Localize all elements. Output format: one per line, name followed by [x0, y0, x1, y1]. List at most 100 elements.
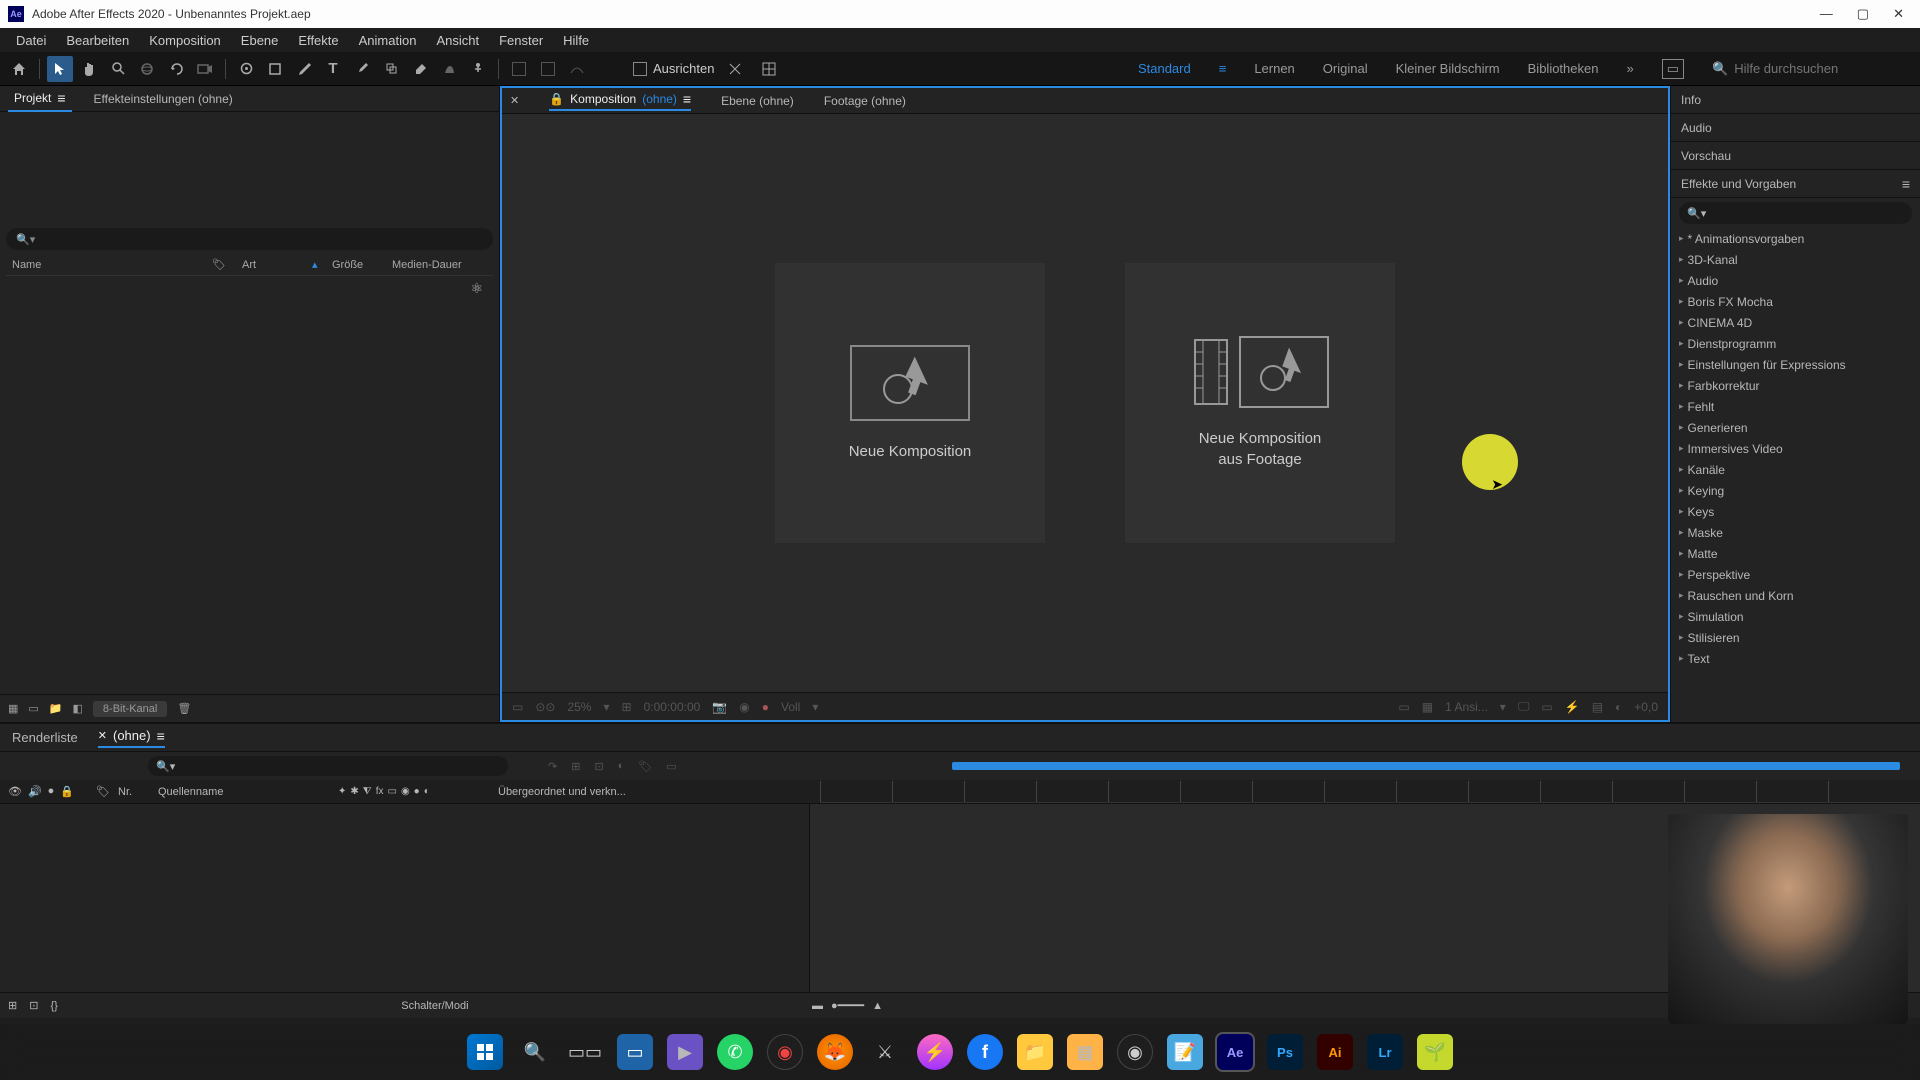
workspace-lernen[interactable]: Lernen [1254, 61, 1294, 76]
folder-icon[interactable]: 📁 [1017, 1034, 1053, 1070]
alpha-icon[interactable]: ⊙⊙ [535, 700, 555, 714]
res-icon[interactable]: ⊞ [622, 700, 632, 714]
tl-tool-icon[interactable]: 🏷 [638, 760, 652, 773]
tab-timeline-none[interactable]: ✕ (ohne) ≡ [98, 728, 165, 748]
effect-category[interactable]: ▸Simulation [1671, 606, 1920, 627]
toggle-modes-icon[interactable]: ⊡ [29, 999, 38, 1012]
workspace-bibliotheken[interactable]: Bibliotheken [1528, 61, 1599, 76]
menu-bearbeiten[interactable]: Bearbeiten [56, 29, 139, 52]
task-view-icon[interactable]: ▭▭ [567, 1034, 603, 1070]
col-groesse[interactable]: Größe [326, 259, 386, 271]
help-search-input[interactable] [1734, 61, 1910, 76]
color-depth-chip[interactable]: 8-Bit-Kanal [93, 701, 167, 717]
notepad-icon[interactable]: 📝 [1167, 1034, 1203, 1070]
workspace-original[interactable]: Original [1323, 61, 1368, 76]
effect-category[interactable]: ▸Immersives Video [1671, 438, 1920, 459]
lock-toggle-icon[interactable]: 🔒 [60, 785, 74, 798]
audio-toggle-icon[interactable]: 🔊 [28, 785, 42, 798]
col-dauer[interactable]: Medien-Dauer [386, 259, 493, 271]
tab-footage[interactable]: Footage (ohne) [824, 94, 906, 108]
effect-category[interactable]: ▸Maske [1671, 522, 1920, 543]
panel-audio[interactable]: Audio [1671, 114, 1920, 142]
tl-tool-icon[interactable]: ↷ [548, 760, 557, 773]
exposure-value[interactable]: +0,0 [1634, 700, 1658, 714]
text-tool[interactable]: T [320, 56, 346, 82]
panel-effekte-vorgaben[interactable]: Effekte und Vorgaben≡ [1671, 170, 1920, 198]
effect-category[interactable]: ▸Kanäle [1671, 459, 1920, 480]
transparency-icon[interactable]: ▦ [1422, 700, 1433, 714]
solo-toggle-icon[interactable]: ● [48, 785, 55, 798]
proportional-grid-icon[interactable] [756, 56, 782, 82]
start-button[interactable] [467, 1034, 503, 1070]
tab-ebene[interactable]: Ebene (ohne) [721, 94, 794, 108]
effect-category[interactable]: ▸Keys [1671, 501, 1920, 522]
zoom-out-icon[interactable]: ▬ [812, 1000, 823, 1012]
resolution-dropdown[interactable]: Voll [781, 700, 800, 714]
col-nr[interactable]: Nr. [118, 786, 158, 798]
minimize-button[interactable]: — [1820, 6, 1833, 22]
zoom-in-icon[interactable]: ▲ [872, 1000, 883, 1012]
new-comp-icon[interactable]: ▭ [28, 702, 38, 715]
effect-category[interactable]: ▸Fehlt [1671, 396, 1920, 417]
facebook-icon[interactable]: f [967, 1034, 1003, 1070]
sort-icon[interactable]: ▴ [306, 258, 326, 271]
effect-category[interactable]: ▸Text [1671, 648, 1920, 669]
menu-ansicht[interactable]: Ansicht [426, 29, 489, 52]
app-icon[interactable]: 🌱 [1417, 1034, 1453, 1070]
workspace-options-icon[interactable]: ≡ [1219, 61, 1227, 76]
trash-icon[interactable]: 🗑 [177, 702, 191, 715]
effect-category[interactable]: ▸Farbkorrektur [1671, 375, 1920, 396]
tl-tool-icon[interactable]: ⊡ [594, 760, 603, 773]
effect-category[interactable]: ▸Rauschen und Korn [1671, 585, 1920, 606]
tag-icon[interactable]: 🏷 [206, 258, 236, 271]
messenger-icon[interactable]: ⚡ [917, 1034, 953, 1070]
effect-category[interactable]: ▸Perspektive [1671, 564, 1920, 585]
fast-preview-icon[interactable]: ⚡ [1565, 700, 1580, 714]
home-icon[interactable] [6, 56, 32, 82]
channel-icon[interactable]: ◉ [739, 700, 749, 714]
whatsapp-icon[interactable]: ✆ [717, 1034, 753, 1070]
rotate-tool[interactable] [163, 56, 189, 82]
toggle-switches-icon[interactable]: ⊞ [8, 999, 17, 1012]
close-tab-icon[interactable]: ✕ [510, 94, 519, 107]
magnify-icon[interactable]: ▭ [512, 700, 523, 714]
search-taskbar-icon[interactable]: 🔍 [517, 1034, 553, 1070]
col-quellenname[interactable]: Quellenname [158, 786, 338, 798]
effect-category[interactable]: ▸3D-Kanal [1671, 249, 1920, 270]
panel-vorschau[interactable]: Vorschau [1671, 142, 1920, 170]
fill-swatch[interactable] [506, 56, 532, 82]
workspace-panel-icon[interactable]: ▭ [1662, 59, 1684, 79]
hand-tool[interactable] [76, 56, 102, 82]
tl-tool-icon[interactable]: ▭ [666, 760, 676, 773]
adjust-icon[interactable]: ◧ [73, 702, 83, 715]
workspace-standard[interactable]: Standard [1138, 61, 1191, 76]
effect-category[interactable]: ▸Stilisieren [1671, 627, 1920, 648]
toggle-brackets-icon[interactable]: {} [50, 1000, 57, 1012]
new-composition-from-footage-card[interactable]: Neue Komposition aus Footage [1125, 263, 1395, 543]
timeline-icon[interactable]: ▤ [1592, 700, 1603, 714]
timeline-search-input[interactable]: 🔍▾ [148, 756, 508, 776]
effect-category[interactable]: ▸Generieren [1671, 417, 1920, 438]
app-icon[interactable]: ▶ [667, 1034, 703, 1070]
tab-komposition[interactable]: 🔒 Komposition (ohne) ≡ [549, 91, 691, 111]
effect-category[interactable]: ▸* Animationsvorgaben [1671, 228, 1920, 249]
effect-category[interactable]: ▸Dienstprogramm [1671, 333, 1920, 354]
switches-modes-toggle[interactable]: Schalter/Modi [70, 1000, 800, 1012]
firefox-icon[interactable]: 🦊 [817, 1034, 853, 1070]
exposure-icon[interactable]: ◐ [1615, 700, 1622, 714]
menu-fenster[interactable]: Fenster [489, 29, 553, 52]
new-folder-icon[interactable]: 📁 [49, 702, 63, 715]
clone-tool[interactable] [378, 56, 404, 82]
orbit-tool[interactable] [134, 56, 160, 82]
flowchart-icon[interactable]: ⚛ [470, 280, 483, 297]
col-parent[interactable]: Übergeordnet und verkn... [498, 786, 820, 798]
project-search-input[interactable]: 🔍▾ [6, 228, 493, 250]
roto-tool[interactable] [436, 56, 462, 82]
lightroom-icon[interactable]: Lr [1367, 1034, 1403, 1070]
effect-category[interactable]: ▸Keying [1671, 480, 1920, 501]
after-effects-icon[interactable]: Ae [1217, 1034, 1253, 1070]
col-name[interactable]: Name [6, 259, 206, 271]
pan-behind-tool[interactable] [233, 56, 259, 82]
pixel-aspect-icon[interactable]: ▭ [1541, 700, 1552, 714]
tab-effekteinstellungen[interactable]: Effekteinstellungen (ohne) [88, 88, 239, 110]
